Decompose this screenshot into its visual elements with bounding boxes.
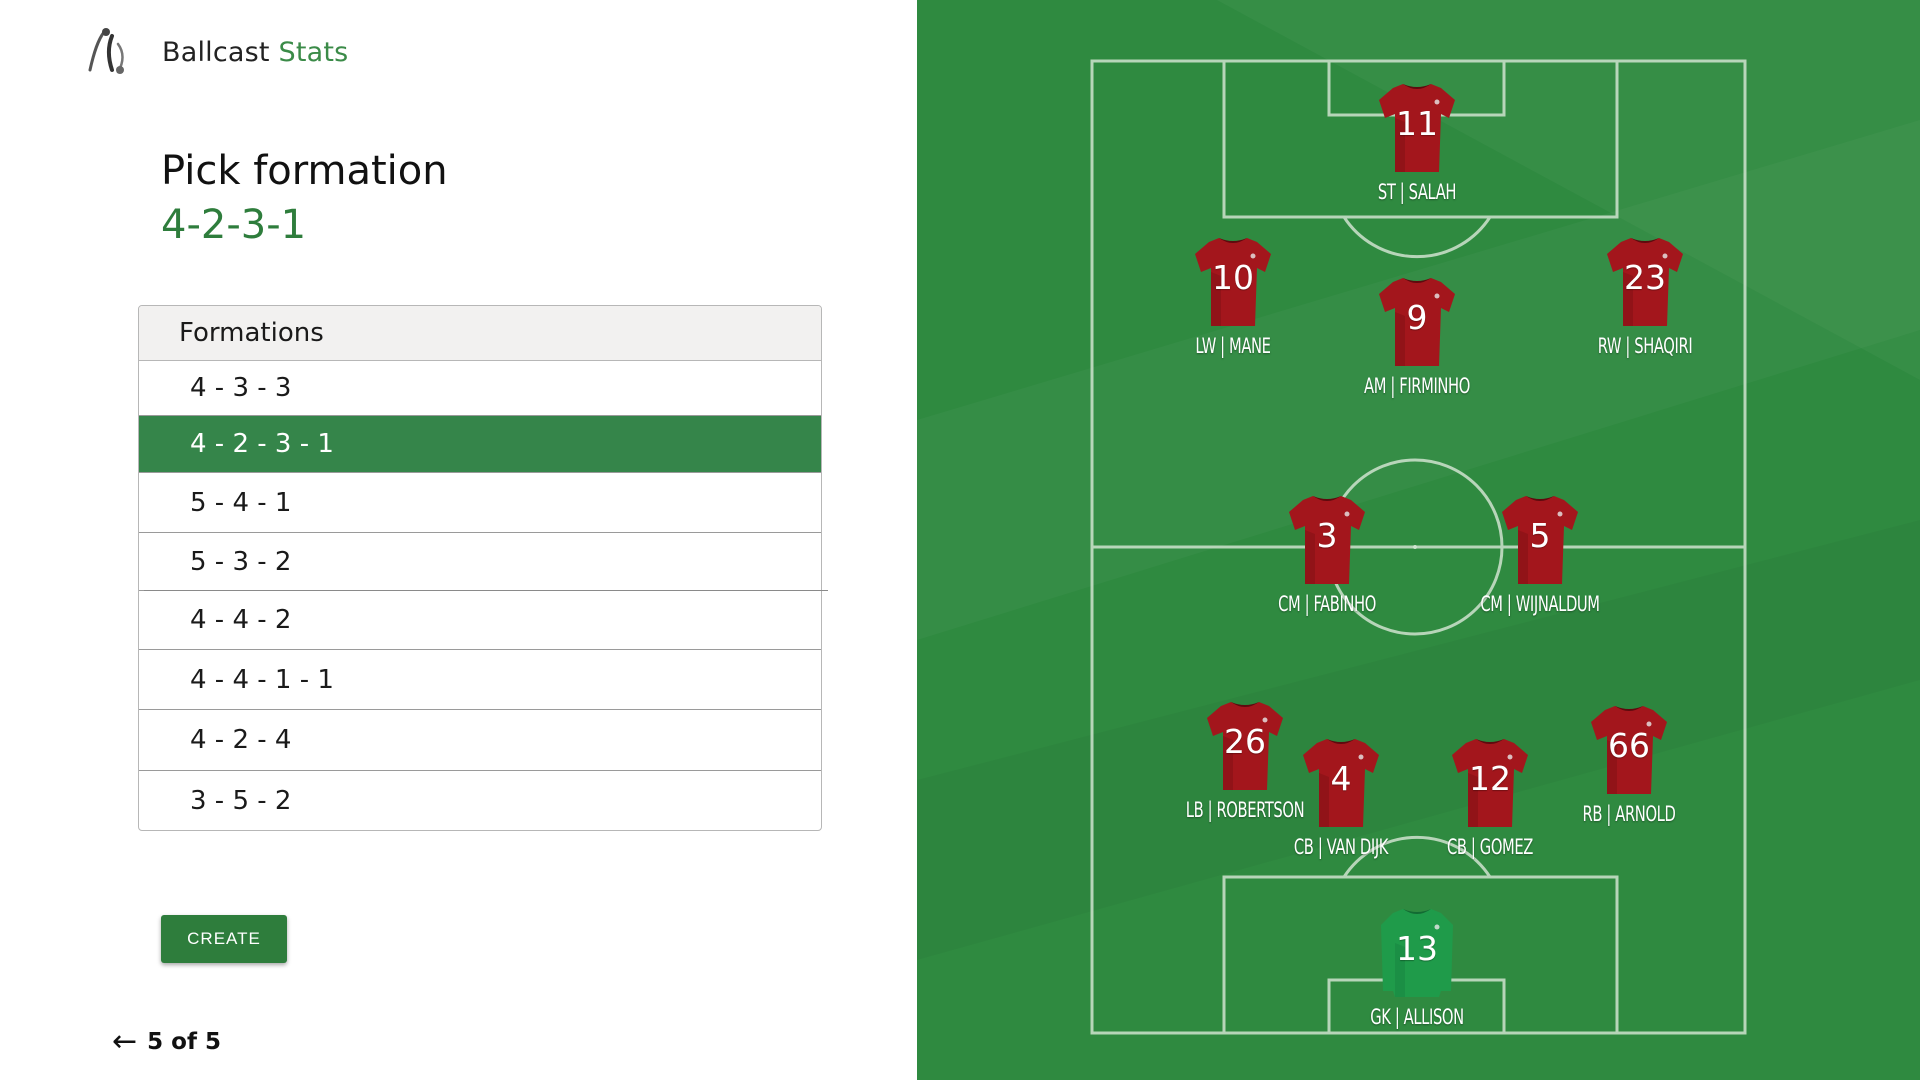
- player-label: RW | SHAQIRI: [1597, 334, 1693, 358]
- player-number: 9: [1406, 298, 1428, 337]
- player-number: 66: [1608, 726, 1650, 765]
- shirt-icon: 11: [1375, 78, 1459, 176]
- brand-name-part1: Ballcast: [162, 36, 270, 68]
- pager-text: 5 of 5: [147, 1028, 221, 1055]
- shirt-icon: 4: [1299, 733, 1383, 831]
- formations-table-header: Formations: [139, 306, 821, 361]
- player-label: AM | FIRMINHO: [1364, 374, 1470, 398]
- player-number: 4: [1330, 759, 1352, 798]
- player-card[interactable]: 11 ST | SALAH: [1327, 78, 1507, 204]
- player-number: 12: [1469, 759, 1511, 798]
- goalkeeper-shirt-icon: 13: [1375, 903, 1459, 1001]
- ballcast-logo-icon: [88, 28, 124, 74]
- player-card[interactable]: 5 CM | WIJNALDUM: [1450, 490, 1630, 616]
- player-number: 3: [1316, 516, 1338, 555]
- player-number: 11: [1396, 104, 1438, 143]
- player-label: CM | FABINHO: [1278, 592, 1376, 616]
- player-number: 13: [1396, 929, 1438, 968]
- player-card[interactable]: 23 RW | SHAQIRI: [1555, 232, 1735, 358]
- player-number: 5: [1529, 516, 1551, 555]
- pager: ← 5 of 5: [112, 1024, 221, 1059]
- selected-formation: 4-2-3-1: [161, 202, 307, 248]
- brand-name-part2: Stats: [278, 36, 349, 68]
- player-label: ST | SALAH: [1377, 180, 1457, 204]
- formation-panel: Ballcast Stats Pick formation 4-2-3-1 Fo…: [0, 0, 917, 1080]
- formation-row[interactable]: 4 - 2 - 3 - 1: [139, 416, 821, 473]
- shirt-icon: 9: [1375, 272, 1459, 370]
- player-label: CM | WIJNALDUM: [1480, 592, 1600, 616]
- player-card[interactable]: 10 LW | MANE: [1143, 232, 1323, 358]
- brand: Ballcast Stats: [84, 26, 348, 78]
- formation-row[interactable]: 4 - 4 - 2: [139, 591, 821, 650]
- player-label: RB | ARNOLD: [1582, 802, 1676, 826]
- formation-row[interactable]: 4 - 4 - 1 - 1: [139, 650, 821, 710]
- player-card[interactable]: 9 AM | FIRMINHO: [1327, 272, 1507, 398]
- player-label: CB | VAN DIJK: [1293, 835, 1389, 859]
- player-number: 10: [1212, 258, 1254, 297]
- formation-row[interactable]: 4 - 2 - 4: [139, 710, 821, 771]
- create-button[interactable]: CREATE: [161, 915, 287, 963]
- shirt-icon: 12: [1448, 733, 1532, 831]
- formations-table: Formations 4 - 3 - 34 - 2 - 3 - 15 - 4 -…: [138, 305, 822, 831]
- formation-row[interactable]: 3 - 5 - 2: [139, 771, 821, 830]
- player-label: CB | GOMEZ: [1447, 835, 1533, 859]
- arrow-left-icon[interactable]: ←: [112, 1024, 137, 1059]
- player-card[interactable]: 13 GK | ALLISON: [1327, 903, 1507, 1029]
- shirt-icon: 23: [1603, 232, 1687, 330]
- shirt-icon: 3: [1285, 490, 1369, 588]
- shirt-icon: 66: [1587, 700, 1671, 798]
- player-number: 23: [1624, 258, 1666, 297]
- formation-row[interactable]: 4 - 3 - 3: [139, 361, 821, 416]
- brand-name: Ballcast Stats: [162, 37, 348, 68]
- shirt-icon: 10: [1191, 232, 1275, 330]
- shirt-icon: 5: [1498, 490, 1582, 588]
- formation-row[interactable]: 5 - 3 - 2: [139, 533, 821, 591]
- player-label: GK | ALLISON: [1370, 1005, 1464, 1029]
- formation-row[interactable]: 5 - 4 - 1: [139, 473, 821, 533]
- player-label: LW | MANE: [1195, 334, 1271, 358]
- player-card[interactable]: 3 CM | FABINHO: [1237, 490, 1417, 616]
- divider: [144, 590, 828, 591]
- player-card[interactable]: 66 RB | ARNOLD: [1539, 700, 1719, 826]
- pitch-panel: 11 ST | SALAH 10 LW | MANE 9 AM | FIRMINHO …: [917, 0, 1920, 1080]
- page-title: Pick formation: [161, 148, 448, 194]
